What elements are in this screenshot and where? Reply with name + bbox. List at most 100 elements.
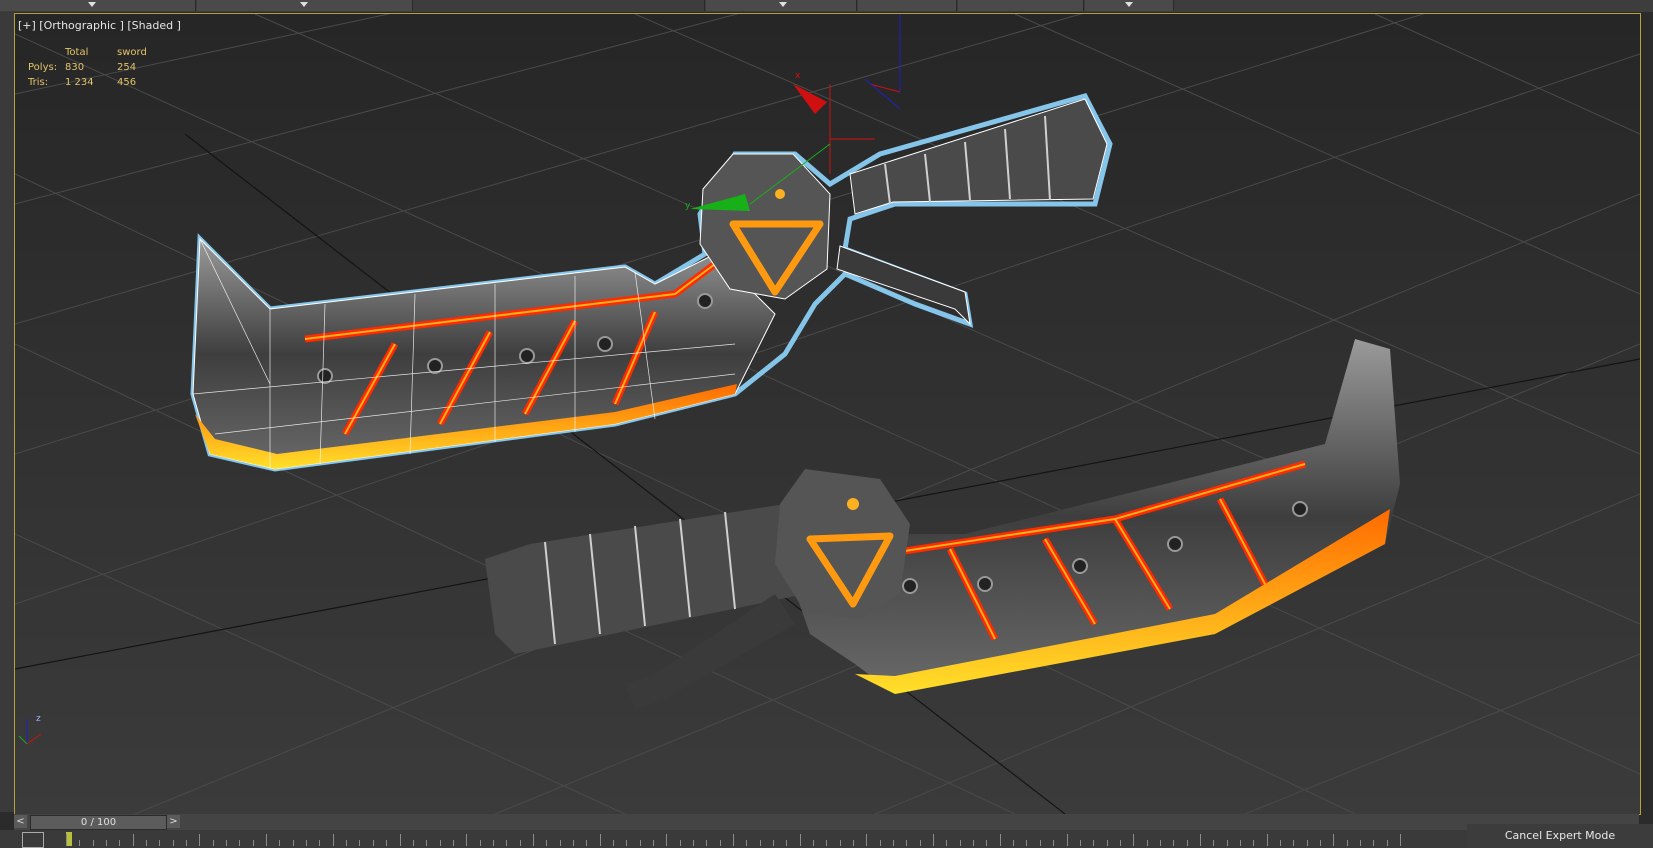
guard-gem bbox=[775, 189, 785, 199]
sword-selected[interactable] bbox=[190, 93, 1113, 472]
track-bar-tick bbox=[426, 840, 428, 846]
stats-tris-total: 1 234 bbox=[65, 77, 94, 88]
chevron-down-icon bbox=[1125, 2, 1133, 7]
track-bar-tick bbox=[733, 834, 734, 846]
gizmo-x-label: x bbox=[795, 71, 801, 81]
track-bar-tick bbox=[1039, 840, 1041, 846]
track-bar-tick bbox=[1333, 834, 1335, 846]
track-bar-tick bbox=[92, 840, 94, 846]
toolbar-dropdown-4[interactable] bbox=[1085, 0, 1174, 11]
track-bar-tick bbox=[1373, 840, 1375, 846]
top-toolbar bbox=[0, 0, 1653, 12]
track-bar-tick bbox=[1266, 834, 1268, 846]
track-bar-tick bbox=[706, 840, 708, 846]
track-bar-tick bbox=[1173, 840, 1175, 846]
viewport-scene[interactable]: x y z bbox=[15, 14, 1640, 814]
track-bar-tick bbox=[532, 834, 534, 846]
track-bar-tick bbox=[626, 840, 628, 846]
stats-tris-object: 456 bbox=[117, 77, 137, 88]
track-bar-tick bbox=[839, 840, 841, 846]
toolbar-dropdown-1[interactable] bbox=[0, 0, 196, 11]
track-bar-tick bbox=[999, 834, 1001, 846]
chevron-down-icon bbox=[88, 2, 96, 7]
track-bar-tick bbox=[132, 834, 134, 846]
track-bar-tick bbox=[386, 840, 388, 846]
track-bar-tick bbox=[146, 840, 148, 846]
track-bar-tick bbox=[853, 840, 855, 846]
track-bar-tick bbox=[1279, 840, 1281, 846]
track-bar-tick bbox=[866, 834, 868, 846]
track-bar-tick bbox=[919, 840, 921, 846]
track-bar-tick bbox=[799, 834, 801, 846]
track-bar-tick bbox=[466, 834, 468, 846]
track-bar-tick bbox=[506, 840, 508, 846]
track-bar-tick bbox=[1133, 834, 1135, 846]
track-bar-tick bbox=[652, 840, 654, 846]
frame-slider[interactable]: 0 / 100 bbox=[30, 815, 167, 830]
track-bar-tick bbox=[346, 840, 348, 846]
next-frame-button[interactable]: > bbox=[167, 815, 180, 828]
sword-prong bbox=[836, 245, 971, 326]
track-bar-tick bbox=[212, 840, 214, 846]
stats-polys-object: 254 bbox=[117, 62, 137, 73]
track-bar-tick bbox=[759, 840, 761, 846]
track-bar-tick bbox=[746, 840, 748, 846]
toolbar-field[interactable] bbox=[414, 0, 705, 11]
toolbar-dropdown-2[interactable] bbox=[197, 0, 413, 11]
track-bar-tick bbox=[933, 834, 935, 846]
track-bar-tick bbox=[492, 840, 494, 846]
track-bar-tick bbox=[692, 840, 694, 846]
track-bar-tick bbox=[786, 840, 788, 846]
track-bar-tick bbox=[1026, 840, 1028, 846]
sword2-guard bbox=[775, 469, 910, 619]
track-bar-tick bbox=[412, 840, 414, 846]
track-bar-tick bbox=[719, 840, 721, 846]
track-bar-tick bbox=[186, 840, 188, 846]
chevron-down-icon bbox=[300, 2, 308, 7]
track-bar-icon[interactable] bbox=[22, 832, 44, 848]
track-bar-tick bbox=[1066, 834, 1068, 846]
track-bar-tick bbox=[1186, 840, 1188, 846]
stats-header-total: Total bbox=[65, 47, 89, 58]
track-bar[interactable] bbox=[0, 830, 1467, 848]
viewport-orthographic[interactable]: x y z [+] [Orthographic] [Shaded] Tota… bbox=[14, 13, 1641, 815]
toolbar-dropdown-3[interactable] bbox=[706, 0, 857, 11]
track-bar-tick bbox=[519, 840, 521, 846]
track-bar-tick bbox=[946, 840, 948, 846]
track-bar-tick bbox=[332, 834, 334, 846]
track-bar-tick bbox=[1146, 840, 1148, 846]
track-bar-tick bbox=[959, 840, 961, 846]
chevron-down-icon bbox=[779, 2, 787, 7]
track-bar-tick bbox=[1119, 840, 1121, 846]
toolbar-button-2[interactable] bbox=[958, 0, 1084, 11]
track-bar-tick bbox=[559, 840, 561, 846]
axis-tripod: z bbox=[18, 714, 42, 745]
track-bar-tick bbox=[306, 840, 308, 846]
track-bar-tick bbox=[106, 840, 108, 846]
stats-tris-label: Tris: bbox=[28, 77, 49, 88]
track-bar-tick bbox=[119, 840, 121, 846]
track-bar-tick bbox=[439, 840, 441, 846]
track-bar-tick bbox=[986, 840, 988, 846]
track-bar-tick bbox=[813, 840, 815, 846]
track-bar-tick bbox=[479, 840, 481, 846]
track-bar-tick bbox=[1079, 840, 1081, 846]
track-bar-tick bbox=[1359, 840, 1361, 846]
track-bar-tick bbox=[572, 840, 574, 846]
track-bar-tick bbox=[399, 834, 401, 846]
gizmo-x-arrow[interactable] bbox=[793, 84, 827, 114]
track-bar-tick bbox=[319, 840, 321, 846]
track-bar-tick bbox=[639, 840, 641, 846]
track-bar-tick bbox=[906, 840, 908, 846]
viewport-label[interactable]: [+] [Orthographic ] [Shaded ] bbox=[18, 19, 181, 32]
track-bar-tick bbox=[1053, 840, 1055, 846]
track-bar-tick bbox=[266, 834, 268, 846]
track-bar-tick bbox=[452, 840, 454, 846]
cancel-expert-mode-button[interactable]: Cancel Expert Mode bbox=[1467, 824, 1653, 848]
track-bar-tick bbox=[586, 840, 588, 846]
track-bar-tick bbox=[199, 834, 201, 846]
toolbar-button-1[interactable] bbox=[858, 0, 957, 11]
track-bar-tick bbox=[612, 840, 614, 846]
prev-frame-button[interactable]: < bbox=[14, 815, 27, 828]
gizmo-y-label: y bbox=[685, 201, 691, 211]
